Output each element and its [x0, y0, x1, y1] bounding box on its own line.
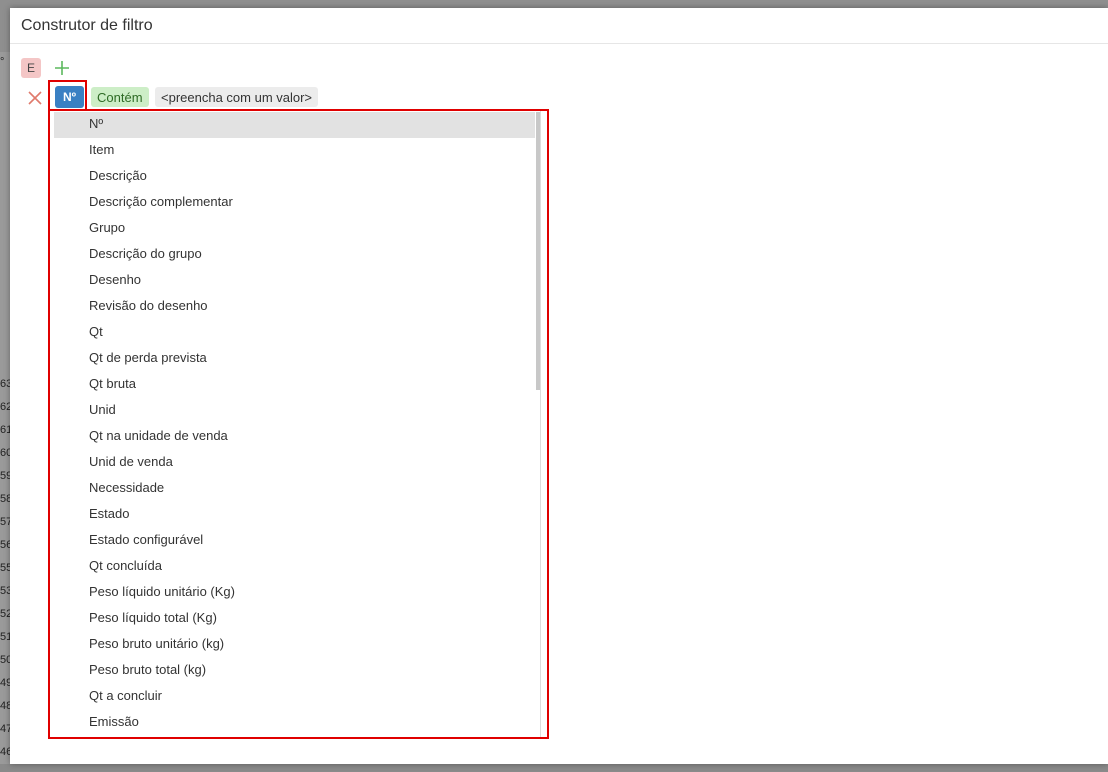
field-option[interactable]: Peso líquido total (Kg): [54, 606, 535, 632]
field-option[interactable]: Nº: [54, 112, 535, 138]
field-option[interactable]: Peso líquido unitário (Kg): [54, 580, 535, 606]
plus-icon[interactable]: [53, 59, 71, 77]
field-option[interactable]: Qt: [54, 320, 535, 346]
field-option[interactable]: Qt bruta: [54, 372, 535, 398]
field-option[interactable]: Estado: [54, 502, 535, 528]
field-option[interactable]: Grupo: [54, 216, 535, 242]
field-option[interactable]: Descrição complementar: [54, 190, 535, 216]
condition-field-chip[interactable]: Nº: [55, 86, 84, 108]
field-option[interactable]: Unid de venda: [54, 450, 535, 476]
filter-builder-dialog: Construtor de filtro E Nº Contém <preenc…: [10, 8, 1108, 764]
field-option[interactable]: Peso bruto unitário (kg): [54, 632, 535, 658]
field-option[interactable]: Emissão: [54, 710, 535, 736]
field-option[interactable]: Estado configurável: [54, 528, 535, 554]
dialog-title: Construtor de filtro: [21, 16, 153, 34]
condition-operator-chip[interactable]: Contém: [91, 87, 149, 107]
field-option[interactable]: Qt de perda prevista: [54, 346, 535, 372]
condition-value-chip[interactable]: <preencha com um valor>: [155, 87, 319, 107]
field-option[interactable]: Unid: [54, 398, 535, 424]
field-option[interactable]: Qt concluída: [54, 554, 535, 580]
close-icon[interactable]: [27, 90, 43, 106]
field-option[interactable]: Descrição: [54, 164, 535, 190]
field-dropdown: Nº Item Descrição Descrição complementar Gru…: [48, 109, 549, 739]
field-option[interactable]: Peso bruto total (kg): [54, 658, 535, 684]
field-option[interactable]: Desenho: [54, 268, 535, 294]
dialog-header: Construtor de filtro: [10, 8, 1108, 44]
dropdown-divider: [540, 111, 541, 737]
dropdown-scrollbar[interactable]: [536, 112, 540, 390]
group-operator-button[interactable]: E: [21, 58, 41, 78]
field-option[interactable]: Descrição do grupo: [54, 242, 535, 268]
background-footer: [0, 764, 1108, 772]
field-option[interactable]: Item: [54, 138, 535, 164]
background-column-header: °: [0, 56, 5, 68]
field-option[interactable]: Qt na unidade de venda: [54, 424, 535, 450]
field-option[interactable]: Necessidade: [54, 476, 535, 502]
field-option[interactable]: Qt a concluir: [54, 684, 535, 710]
field-list: Nº Item Descrição Descrição complementar Gru…: [54, 112, 535, 736]
field-option[interactable]: Revisão do desenho: [54, 294, 535, 320]
